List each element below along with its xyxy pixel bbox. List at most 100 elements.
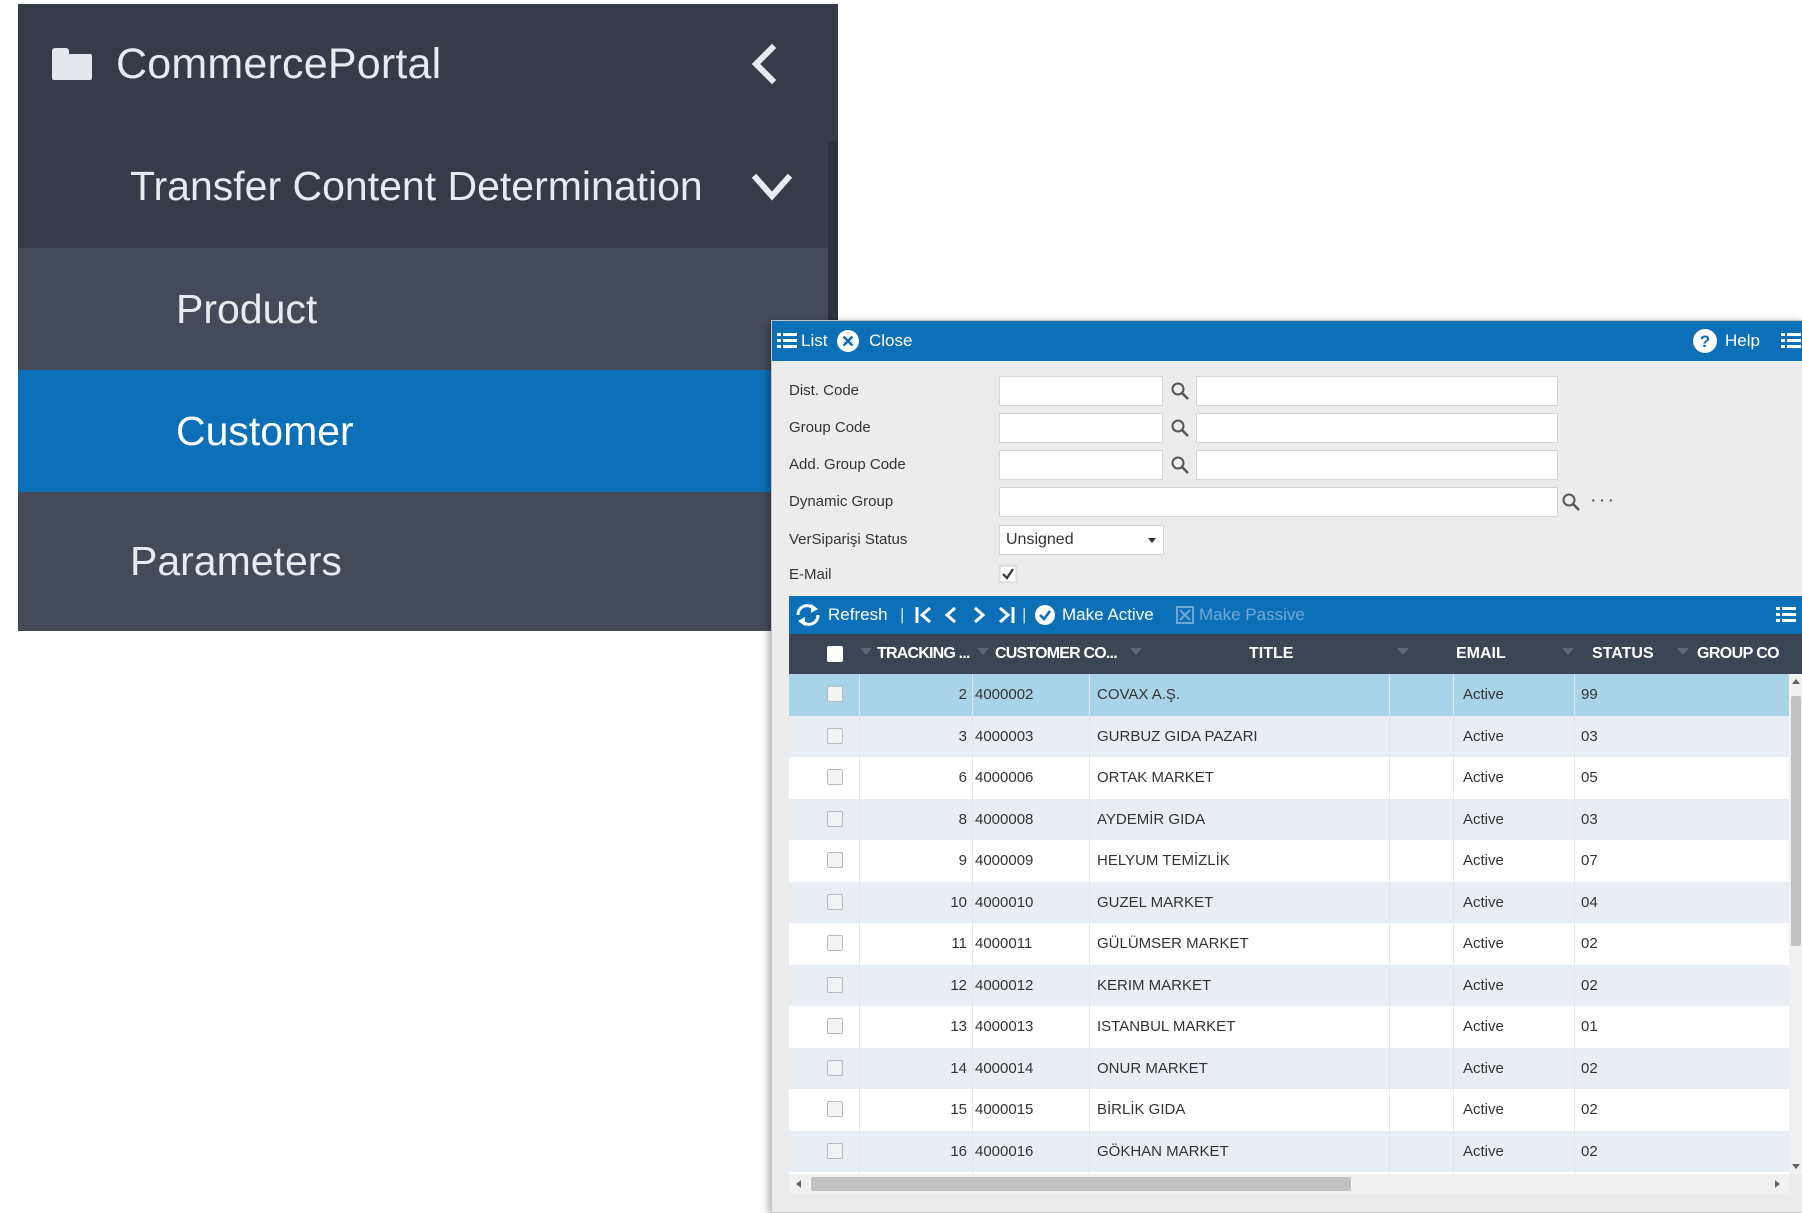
cell-status: Active <box>1463 727 1504 745</box>
filter-icon[interactable] <box>1676 646 1690 660</box>
sidebar-section-transfer-content[interactable]: Transfer Content Determination <box>18 124 838 248</box>
dynamic-group-label: Dynamic Group <box>789 492 894 510</box>
column-menu-icon[interactable] <box>1775 604 1797 626</box>
filter-icon[interactable] <box>1561 646 1575 660</box>
cell-tracking: 9 <box>958 852 967 870</box>
make-passive-button[interactable]: Make Passive <box>1176 596 1305 634</box>
row-checkbox[interactable] <box>827 976 843 993</box>
table-row[interactable]: 8 4000008 AYDEMİR GIDA Active 03 <box>789 798 1789 840</box>
search-icon[interactable] <box>1169 454 1191 476</box>
list-button[interactable]: List <box>776 321 827 361</box>
filter-icon[interactable] <box>1396 646 1410 660</box>
search-icon[interactable] <box>1169 417 1191 439</box>
scroll-down-arrow-icon[interactable] <box>1792 1162 1800 1170</box>
table-row[interactable]: 9 4000009 HELYUM TEMİZLİK Active 07 <box>789 840 1789 882</box>
search-icon[interactable] <box>1169 380 1191 402</box>
row-checkbox[interactable] <box>827 1101 843 1117</box>
cell-title: KERIM MARKET <box>1097 976 1212 994</box>
help-button[interactable]: ? Help <box>1692 321 1760 361</box>
column-title[interactable]: TITLE <box>1249 634 1293 674</box>
scroll-left-arrow-icon[interactable] <box>795 1180 803 1188</box>
grid-vertical-scrollbar[interactable] <box>1789 674 1802 1174</box>
table-row[interactable]: 3 4000003 GURBUZ GIDA PAZARI Active 03 <box>789 715 1789 757</box>
more-options-icon[interactable]: ··· <box>1590 489 1616 512</box>
passive-box-icon <box>1176 606 1194 624</box>
row-checkbox[interactable] <box>827 1142 843 1159</box>
grid-horizontal-scrollbar[interactable] <box>789 1174 1789 1194</box>
sidebar-section-label: Transfer Content Determination <box>130 162 703 209</box>
row-checkbox[interactable] <box>827 1018 843 1034</box>
row-checkbox[interactable] <box>827 769 843 785</box>
last-page-icon[interactable] <box>996 606 1016 624</box>
cell-status: Active <box>1463 769 1504 787</box>
row-checkbox[interactable] <box>827 686 843 702</box>
dist-code-label: Dist. Code <box>789 381 860 399</box>
sidebar-item-product[interactable]: Product <box>18 248 838 370</box>
cell-title: AYDEMİR GIDA <box>1097 810 1206 828</box>
refresh-button[interactable]: Refresh <box>795 596 888 634</box>
cell-title: COVAX A.Ş. <box>1097 686 1181 704</box>
email-checkbox[interactable] <box>999 565 1017 583</box>
column-tracking[interactable]: TRACKING ... <box>877 634 970 674</box>
table-row[interactable]: 6 4000006 ORTAK MARKET Active 05 <box>789 757 1789 799</box>
filter-icon[interactable] <box>859 646 873 660</box>
table-row[interactable]: 15 4000015 BİRLİK GIDA Active 02 <box>789 1089 1789 1131</box>
list-label: List <box>801 331 828 350</box>
add-group-code-input[interactable] <box>999 450 1163 480</box>
group-code-description-input[interactable] <box>1196 413 1558 443</box>
search-icon[interactable] <box>1560 491 1582 513</box>
scroll-right-arrow-icon[interactable] <box>1773 1180 1781 1188</box>
row-checkbox[interactable] <box>827 727 843 744</box>
folder-icon <box>52 48 92 80</box>
cell-title: GÜLÜMSER MARKET <box>1097 935 1249 953</box>
table-row[interactable]: 14 4000014 ONUR MARKET Active 02 <box>789 1047 1789 1089</box>
row-checkbox[interactable] <box>827 852 843 868</box>
table-row[interactable]: 13 4000013 ISTANBUL MARKET Active 01 <box>789 1006 1789 1048</box>
status-label: VerSiparişi Status <box>789 530 908 548</box>
column-status[interactable]: STATUS <box>1592 634 1654 674</box>
grid-vertical-scroll-thumb[interactable] <box>1791 696 1801 946</box>
first-page-icon[interactable] <box>914 606 934 624</box>
sidebar-item-label: Customer <box>176 407 354 454</box>
column-email[interactable]: EMAIL <box>1456 634 1506 674</box>
previous-page-icon[interactable] <box>944 606 958 624</box>
sidebar-item-customer[interactable]: Customer <box>18 370 838 492</box>
row-checkbox[interactable] <box>827 935 843 951</box>
menu-list-icon <box>1781 333 1801 348</box>
refresh-icon <box>796 604 820 626</box>
dist-code-description-input[interactable] <box>1196 376 1558 406</box>
dynamic-group-input[interactable] <box>999 487 1558 517</box>
next-page-icon[interactable] <box>972 606 986 624</box>
row-checkbox[interactable] <box>827 1059 843 1076</box>
table-row[interactable]: 11 4000011 GÜLÜMSER MARKET Active 02 <box>789 923 1789 965</box>
table-row[interactable]: 2 4000002 COVAX A.Ş. Active 99 <box>789 674 1789 716</box>
sidebar-item-parameters[interactable]: Parameters <box>18 492 838 631</box>
table-row[interactable]: 16 4000016 GÖKHAN MARKET Active 02 <box>789 1130 1789 1172</box>
add-group-code-label: Add. Group Code <box>789 455 906 473</box>
table-row[interactable]: 12 4000012 KERIM MARKET Active 02 <box>789 964 1789 1006</box>
cell-status: Active <box>1463 935 1504 953</box>
row-checkbox[interactable] <box>827 810 843 827</box>
table-row[interactable]: 10 4000010 GUZEL MARKET Active 04 <box>789 881 1789 923</box>
add-group-code-description-input[interactable] <box>1196 450 1558 480</box>
make-active-button[interactable]: Make Active <box>1034 596 1154 634</box>
cell-title: HELYUM TEMİZLİK <box>1097 852 1230 870</box>
scroll-up-arrow-icon[interactable] <box>1792 678 1800 686</box>
column-divider <box>859 674 860 1174</box>
status-select[interactable]: Unsigned <box>999 525 1164 555</box>
collapse-chevron-left-icon[interactable] <box>744 42 788 86</box>
filter-icon[interactable] <box>1129 646 1143 660</box>
grid-horizontal-scroll-thumb[interactable] <box>811 1177 1351 1191</box>
status-select-value: Unsigned <box>1006 531 1074 548</box>
filter-icon[interactable] <box>976 646 990 660</box>
column-group-code[interactable]: GROUP CO <box>1697 634 1780 674</box>
row-checkbox[interactable] <box>827 893 843 910</box>
cell-group-code: 02 <box>1581 1142 1598 1160</box>
select-all-checkbox[interactable] <box>827 634 843 674</box>
column-customer-code[interactable]: CUSTOMER CO... <box>995 634 1118 674</box>
window-menu-button[interactable] <box>1780 321 1802 361</box>
close-button[interactable]: Close <box>836 321 912 361</box>
dist-code-input[interactable] <box>999 376 1163 406</box>
group-code-input[interactable] <box>999 413 1163 443</box>
email-label: E-Mail <box>789 565 832 583</box>
